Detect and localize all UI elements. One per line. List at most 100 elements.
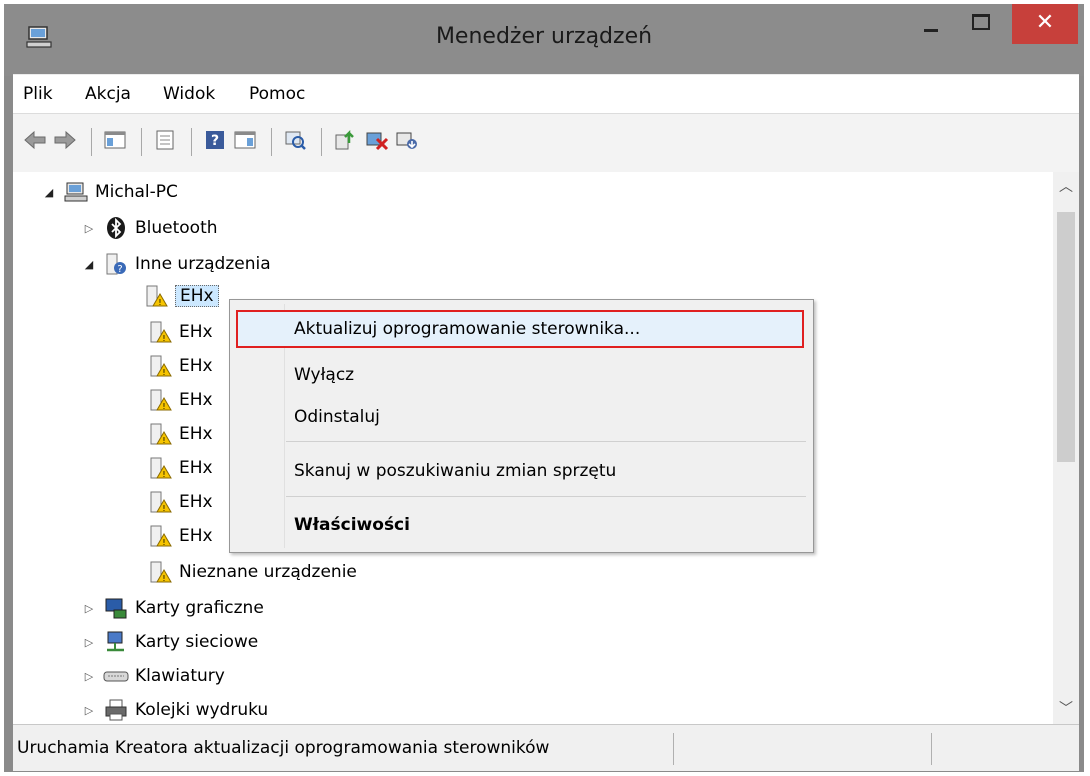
warning-device-icon: !	[147, 387, 173, 413]
expand-icon[interactable]: ▷	[81, 636, 97, 649]
scroll-up-icon[interactable]: ︿	[1053, 172, 1079, 202]
tree-node-network[interactable]: ▷ Karty sieciowe	[81, 626, 258, 658]
scrollbar-thumb[interactable]	[1057, 212, 1075, 462]
tree-node-ehx[interactable]: ! EHx	[147, 486, 213, 518]
tree-node-ehx[interactable]: ! EHx	[147, 316, 213, 348]
tree-node-ehx[interactable]: ! EHx	[147, 350, 213, 382]
scan-hardware-icon[interactable]	[281, 126, 309, 154]
tree-label-ehx: EHx	[179, 492, 213, 512]
menu-pomoc[interactable]: Pomoc	[249, 84, 305, 104]
svg-text:!: !	[162, 436, 165, 445]
tree-node-print-queues[interactable]: ▷ Kolejki wydruku	[81, 694, 268, 724]
expand-icon[interactable]: ▷	[81, 704, 97, 717]
context-item-label: Skanuj w poszukiwaniu zmian sprzętu	[294, 461, 617, 481]
svg-text:!: !	[162, 504, 165, 513]
warning-device-icon: !	[147, 523, 173, 549]
disable-device-icon[interactable]	[363, 126, 391, 154]
maximize-button[interactable]	[960, 4, 1002, 44]
warning-device-icon: !	[147, 319, 173, 345]
tree-node-ehx[interactable]: ! EHx	[147, 452, 213, 484]
toolbar-separator	[321, 128, 322, 156]
update-driver-icon[interactable]	[331, 126, 359, 154]
expand-icon[interactable]: ▷	[81, 222, 97, 235]
tree-node-root[interactable]: ◢ Michal-PC	[41, 176, 178, 208]
status-separator	[673, 733, 674, 765]
properties-icon[interactable]	[151, 126, 179, 154]
tree-label-ehx: EHx	[175, 285, 219, 307]
toolbar-separator	[91, 128, 92, 156]
tree-label-bluetooth: Bluetooth	[135, 218, 218, 238]
forward-arrow-icon[interactable]	[51, 126, 79, 154]
tree-node-keyboards[interactable]: ▷ Klawiatury	[81, 660, 225, 692]
tree-node-ehx[interactable]: ! EHx	[147, 520, 213, 552]
context-item-label: Aktualizuj oprogramowanie sterownika...	[294, 319, 641, 339]
scroll-down-icon[interactable]: ﹀	[1053, 694, 1079, 724]
menu-bar: Plik Akcja Widok Pomoc	[13, 74, 1079, 113]
collapse-icon[interactable]: ◢	[81, 258, 97, 271]
device-tree[interactable]: ◢ Michal-PC ▷ Bluetooth ◢ ? Inne urządze…	[13, 172, 1053, 724]
bluetooth-icon	[103, 215, 129, 241]
minimize-button[interactable]	[910, 4, 952, 44]
close-button[interactable]: ✕	[1012, 4, 1078, 44]
expand-icon[interactable]: ▷	[81, 670, 97, 683]
tree-label-keyboards: Klawiatury	[135, 666, 225, 686]
keyboard-icon	[103, 663, 129, 689]
title-bar[interactable]: Menedżer urządzeń ✕	[4, 4, 1084, 76]
warning-device-icon: !	[147, 353, 173, 379]
unknown-device-icon: ?	[103, 251, 129, 277]
svg-text:!: !	[162, 368, 165, 377]
tree-node-unknown-device[interactable]: ! Nieznane urządzenie	[147, 556, 357, 588]
tree-label-ehx: EHx	[179, 390, 213, 410]
menu-akcja[interactable]: Akcja	[85, 84, 131, 104]
svg-text:!: !	[162, 334, 165, 343]
computer-icon	[63, 179, 89, 205]
expand-icon[interactable]: ▷	[81, 602, 97, 615]
context-menu-separator	[286, 441, 806, 442]
toolbar-separator	[271, 128, 272, 156]
show-hide-console-tree-icon[interactable]	[101, 126, 129, 154]
context-item-properties[interactable]: Właściwości	[230, 506, 813, 544]
tree-label-ehx: EHx	[179, 356, 213, 376]
tree-label-root: Michal-PC	[95, 182, 178, 202]
context-item-label: Odinstaluj	[294, 407, 380, 427]
back-arrow-icon[interactable]	[21, 126, 49, 154]
context-item-update-driver[interactable]: Aktualizuj oprogramowanie sterownika...	[230, 310, 813, 348]
tree-node-graphics[interactable]: ▷ Karty graficzne	[81, 592, 264, 624]
tree-node-bluetooth[interactable]: ▷ Bluetooth	[81, 212, 218, 244]
tree-node-other-devices[interactable]: ◢ ? Inne urządzenia	[81, 248, 271, 280]
tree-label-ehx: EHx	[179, 526, 213, 546]
help-icon[interactable]: ?	[201, 126, 229, 154]
svg-text:?: ?	[211, 133, 219, 149]
tree-label-network: Karty sieciowe	[135, 632, 259, 652]
menu-plik[interactable]: Plik	[23, 84, 53, 104]
context-item-label: Wyłącz	[294, 365, 355, 385]
uninstall-device-icon[interactable]	[393, 126, 421, 154]
context-item-uninstall[interactable]: Odinstaluj	[230, 398, 813, 436]
printer-icon	[103, 697, 129, 723]
toolbar-separator	[191, 128, 192, 156]
context-menu: Aktualizuj oprogramowanie sterownika... …	[229, 299, 814, 553]
tree-label-print-queues: Kolejki wydruku	[135, 700, 269, 720]
status-bar: Uruchamia Kreatora aktualizacji oprogram…	[13, 724, 1079, 771]
show-action-pane-icon[interactable]	[231, 126, 259, 154]
status-text: Uruchamia Kreatora aktualizacji oprogram…	[17, 738, 550, 758]
tree-node-ehx[interactable]: ! EHx	[147, 384, 213, 416]
svg-text:!: !	[162, 538, 165, 547]
collapse-icon[interactable]: ◢	[41, 186, 57, 199]
device-manager-window: Menedżer urządzeń ✕ Plik Akcja Widok Pom…	[4, 4, 1084, 772]
warning-device-icon: !	[147, 489, 173, 515]
svg-text:!: !	[162, 402, 165, 411]
context-item-scan[interactable]: Skanuj w poszukiwaniu zmian sprzętu	[230, 452, 813, 490]
tree-label-unknown-device: Nieznane urządzenie	[179, 562, 357, 582]
toolbar-separator	[141, 128, 142, 156]
tree-node-ehx[interactable]: ! EHx	[147, 418, 213, 450]
vertical-scrollbar[interactable]: ︿ ﹀	[1053, 172, 1079, 724]
tree-label-graphics: Karty graficzne	[135, 598, 264, 618]
menu-widok[interactable]: Widok	[163, 84, 215, 104]
status-separator	[931, 733, 932, 765]
context-item-disable[interactable]: Wyłącz	[230, 356, 813, 394]
warning-device-icon: !	[147, 421, 173, 447]
toolbar: ?	[13, 113, 1079, 173]
warning-device-icon: !	[147, 559, 173, 585]
tree-node-ehx[interactable]: ! EHx	[143, 280, 219, 312]
